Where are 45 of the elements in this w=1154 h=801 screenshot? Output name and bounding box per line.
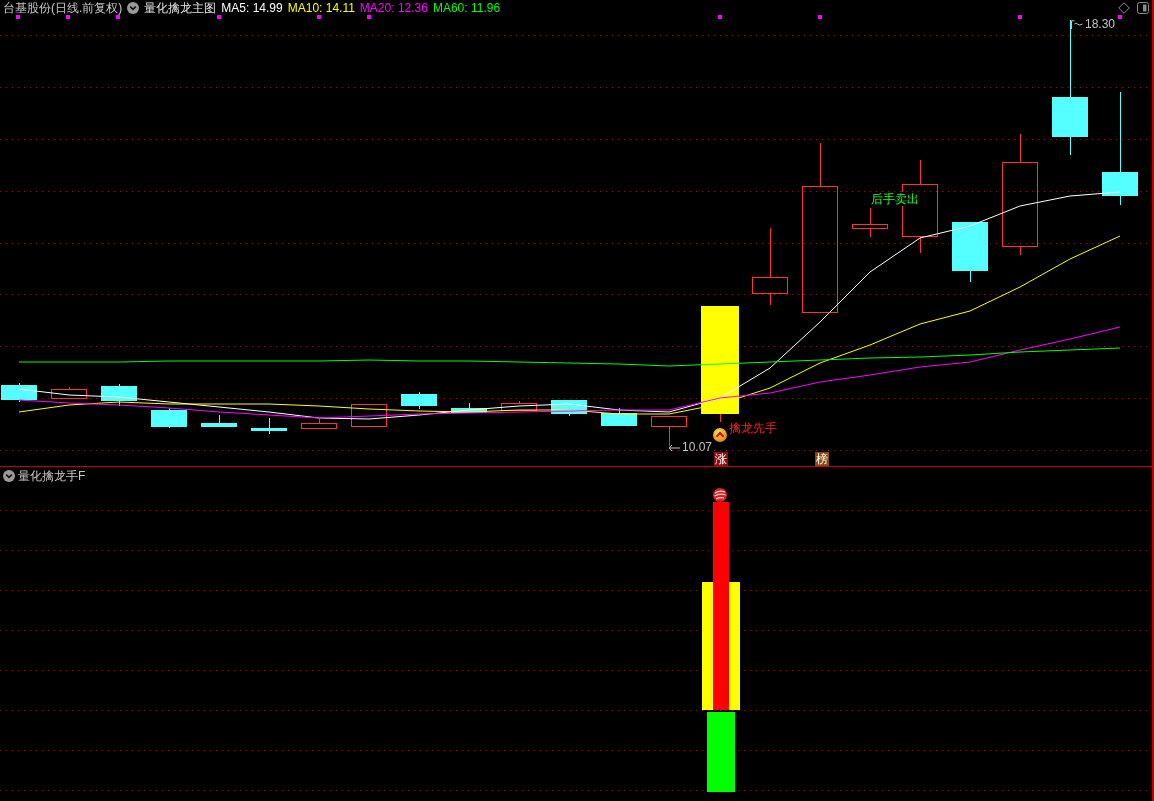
panel-toggle-icon[interactable] bbox=[1137, 2, 1149, 14]
tag-badge: 涨 bbox=[714, 452, 728, 466]
event-marker-icon bbox=[217, 15, 221, 19]
high-price-label: 18.30 bbox=[1085, 18, 1116, 31]
candlestick bbox=[952, 222, 988, 283]
buy-signal-label: 擒龙先手 bbox=[729, 421, 777, 435]
candlestick bbox=[451, 402, 487, 413]
candlestick bbox=[251, 417, 287, 435]
chevron-down-icon[interactable] bbox=[3, 470, 15, 482]
ball-icon bbox=[713, 488, 727, 502]
sell-signal-label: 后手卖出 bbox=[871, 192, 919, 206]
candlestick bbox=[51, 386, 87, 399]
indicator-name: 量化擒龙主图 bbox=[144, 0, 217, 16]
event-marker-icon bbox=[1118, 15, 1122, 19]
event-marker-icon bbox=[367, 15, 371, 19]
price-pointer-icon bbox=[1071, 20, 1083, 29]
moving-average-value: MA5: 14.99 bbox=[221, 0, 283, 16]
chevron-down-icon[interactable] bbox=[127, 2, 140, 14]
candlestick bbox=[1, 382, 37, 403]
candlestick bbox=[151, 407, 187, 429]
candlestick bbox=[601, 407, 637, 426]
candlestick bbox=[301, 418, 337, 429]
candlestick bbox=[501, 400, 537, 411]
moving-average-value: MA60: 11.96 bbox=[432, 0, 501, 16]
tag-badge: 榜 bbox=[815, 452, 829, 466]
candlestick bbox=[201, 414, 237, 427]
panel-title: 量化擒龙手F bbox=[18, 468, 86, 484]
event-marker-icon bbox=[66, 15, 70, 19]
candlestick bbox=[401, 391, 437, 410]
event-marker-icon bbox=[818, 15, 822, 19]
diamond-icon[interactable] bbox=[1118, 2, 1130, 14]
coin-caret-icon bbox=[713, 428, 727, 442]
event-marker-icon bbox=[116, 15, 120, 19]
event-marker-icon bbox=[718, 15, 722, 19]
low-price-label: 10.07 bbox=[682, 441, 713, 454]
moving-average-value: MA10: 14.11 bbox=[287, 0, 355, 16]
stock-title: 台基股份(日线.前复权) bbox=[3, 0, 123, 16]
candlestick bbox=[101, 383, 137, 407]
moving-average-value: MA20: 12.36 bbox=[359, 0, 428, 16]
event-marker-icon bbox=[317, 15, 321, 19]
arrow-left-icon bbox=[668, 443, 680, 452]
event-marker-icon bbox=[1018, 15, 1022, 19]
candlestick bbox=[351, 404, 387, 427]
candlestick bbox=[852, 207, 888, 238]
event-marker-icon bbox=[16, 15, 20, 19]
